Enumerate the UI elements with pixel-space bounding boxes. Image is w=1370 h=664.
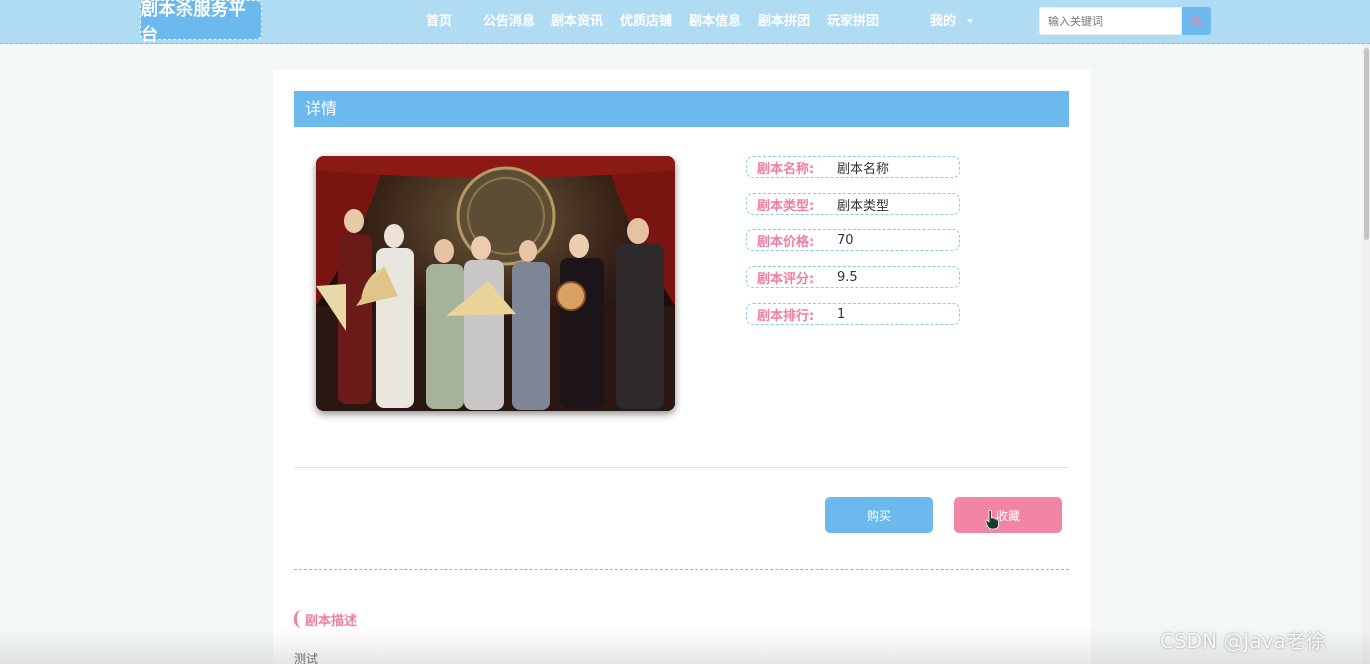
chevron-down-icon[interactable]	[967, 19, 973, 23]
scrollbar-thumb[interactable]	[1364, 48, 1369, 240]
field-label: 剧本类型:	[757, 198, 815, 214]
dashed-divider	[294, 569, 1069, 570]
field-value: 剧本类型	[837, 198, 890, 214]
buy-button[interactable]: 购买	[825, 497, 933, 533]
field-value: 剧本名称	[837, 161, 890, 177]
group-photo-image	[316, 156, 675, 411]
field-label: 剧本名称:	[757, 161, 815, 177]
field-script-price: 剧本价格: 70	[746, 229, 960, 251]
nav-announcements[interactable]: 公告消息	[483, 12, 535, 32]
search-button[interactable]	[1182, 7, 1211, 35]
site-logo[interactable]: 剧本杀服务平台	[140, 0, 262, 45]
description-text: 测试	[294, 652, 319, 664]
detail-card: 详情 剧本名称: 剧本名称 剧本类型: 剧本类型 剧本价格: 70 剧本评分: …	[273, 70, 1091, 664]
field-value: 1	[837, 306, 846, 322]
nav-home[interactable]: 首页	[426, 12, 452, 32]
search-icon	[1190, 15, 1203, 27]
field-script-name: 剧本名称: 剧本名称	[746, 156, 960, 178]
nav-script-news[interactable]: 剧本资讯	[551, 12, 603, 32]
detail-section-title: 详情	[294, 91, 1069, 127]
top-navigation-bar: 剧本杀服务平台 首页 公告消息 剧本资讯 优质店铺 剧本信息 剧本拼团 玩家拼团…	[0, 0, 1370, 45]
nav-my-account[interactable]: 我的	[930, 12, 956, 32]
nav-player-group[interactable]: 玩家拼团	[827, 12, 879, 32]
search-input[interactable]	[1039, 7, 1182, 35]
field-label: 剧本评分:	[757, 271, 815, 287]
watermark-text: CSDN @Java老徐	[1160, 629, 1326, 653]
script-image	[316, 156, 675, 411]
bracket-icon	[294, 610, 302, 628]
favorite-button[interactable]: 收藏	[954, 497, 1062, 533]
field-label: 剧本价格:	[757, 234, 815, 250]
hand-cursor-icon	[985, 510, 999, 530]
field-script-type: 剧本类型: 剧本类型	[746, 193, 960, 215]
nav-quality-stores[interactable]: 优质店铺	[620, 12, 672, 32]
field-script-rank: 剧本排行: 1	[746, 303, 960, 325]
field-value: 9.5	[837, 269, 858, 285]
field-value: 70	[837, 232, 854, 248]
description-heading: 剧本描述	[294, 609, 357, 629]
field-script-rating: 剧本评分: 9.5	[746, 266, 960, 288]
nav-script-info[interactable]: 剧本信息	[689, 12, 741, 32]
divider	[294, 467, 1069, 468]
field-label: 剧本排行:	[757, 308, 815, 324]
description-title: 剧本描述	[305, 613, 358, 629]
nav-script-group[interactable]: 剧本拼团	[758, 12, 810, 32]
